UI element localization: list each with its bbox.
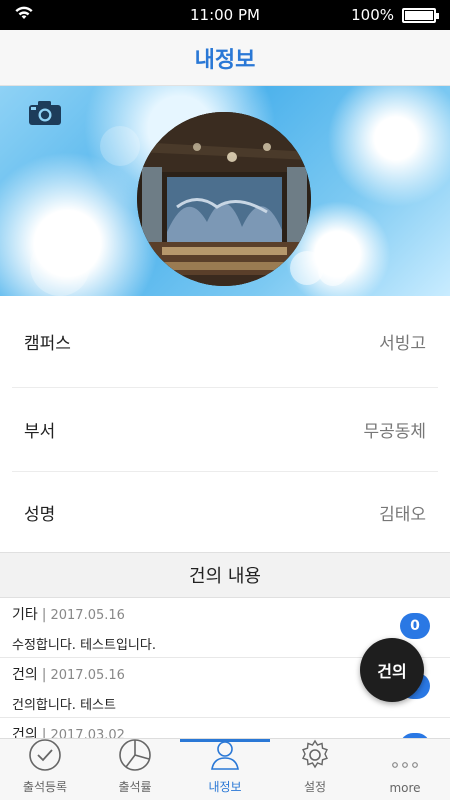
tab-my-info[interactable]: 내정보 (180, 739, 270, 800)
pie-chart-icon (118, 738, 152, 778)
app-header: 내정보 (0, 30, 450, 86)
check-circle-icon (28, 738, 62, 778)
item-date: 2017.05.16 (50, 668, 125, 683)
department-value: 무공동체 (363, 422, 426, 442)
tab-settings[interactable]: 설정 (270, 739, 360, 800)
tab-label: 출석률 (118, 780, 152, 794)
reply-count-badge: 0 (400, 613, 430, 639)
list-item[interactable]: 건의|2017.03.02 0 (0, 718, 450, 738)
item-category: 건의 (12, 727, 38, 738)
tab-attendance-rate[interactable]: 출석률 (90, 739, 180, 800)
item-category: 건의 (12, 667, 38, 683)
name-row: 성명 김태오 (12, 472, 438, 552)
more-dots-icon (388, 755, 422, 781)
profile-info: 캠퍼스 서빙고 부서 무공동체 성명 김태오 (0, 296, 450, 552)
item-date: 2017.05.16 (50, 608, 125, 623)
name-value: 김태오 (379, 504, 426, 525)
tab-label: 설정 (303, 780, 327, 794)
tab-label: 출석등록 (22, 780, 68, 794)
item-date: 2017.03.02 (50, 728, 125, 738)
page-title: 내정보 (194, 47, 256, 73)
tab-label: 내정보 (208, 780, 242, 794)
campus-row: 캠퍼스 서빙고 (12, 296, 438, 388)
avatar[interactable] (137, 112, 311, 286)
profile-banner (0, 86, 450, 296)
campus-value: 서빙고 (379, 334, 426, 354)
suggest-fab-button[interactable]: 건의 (360, 638, 424, 702)
gear-icon (298, 738, 332, 778)
department-row: 부서 무공동체 (12, 388, 438, 472)
name-label: 성명 (24, 504, 56, 525)
camera-icon[interactable] (28, 100, 62, 126)
suggestions-header: 건의 내용 (0, 552, 450, 598)
status-bar: 11:00 PM 100% (0, 0, 450, 30)
department-label: 부서 (24, 422, 56, 442)
tab-label: more (389, 781, 421, 795)
tab-more[interactable]: more (360, 739, 450, 800)
user-icon (208, 738, 242, 778)
tab-attendance-register[interactable]: 출석등록 (0, 739, 90, 800)
item-category: 기타 (12, 607, 38, 623)
campus-label: 캠퍼스 (24, 334, 71, 354)
battery-icon (402, 7, 439, 23)
status-time: 11:00 PM (190, 6, 260, 24)
tab-bar: 출석등록 출석률 내정보 설정 more (0, 738, 450, 800)
